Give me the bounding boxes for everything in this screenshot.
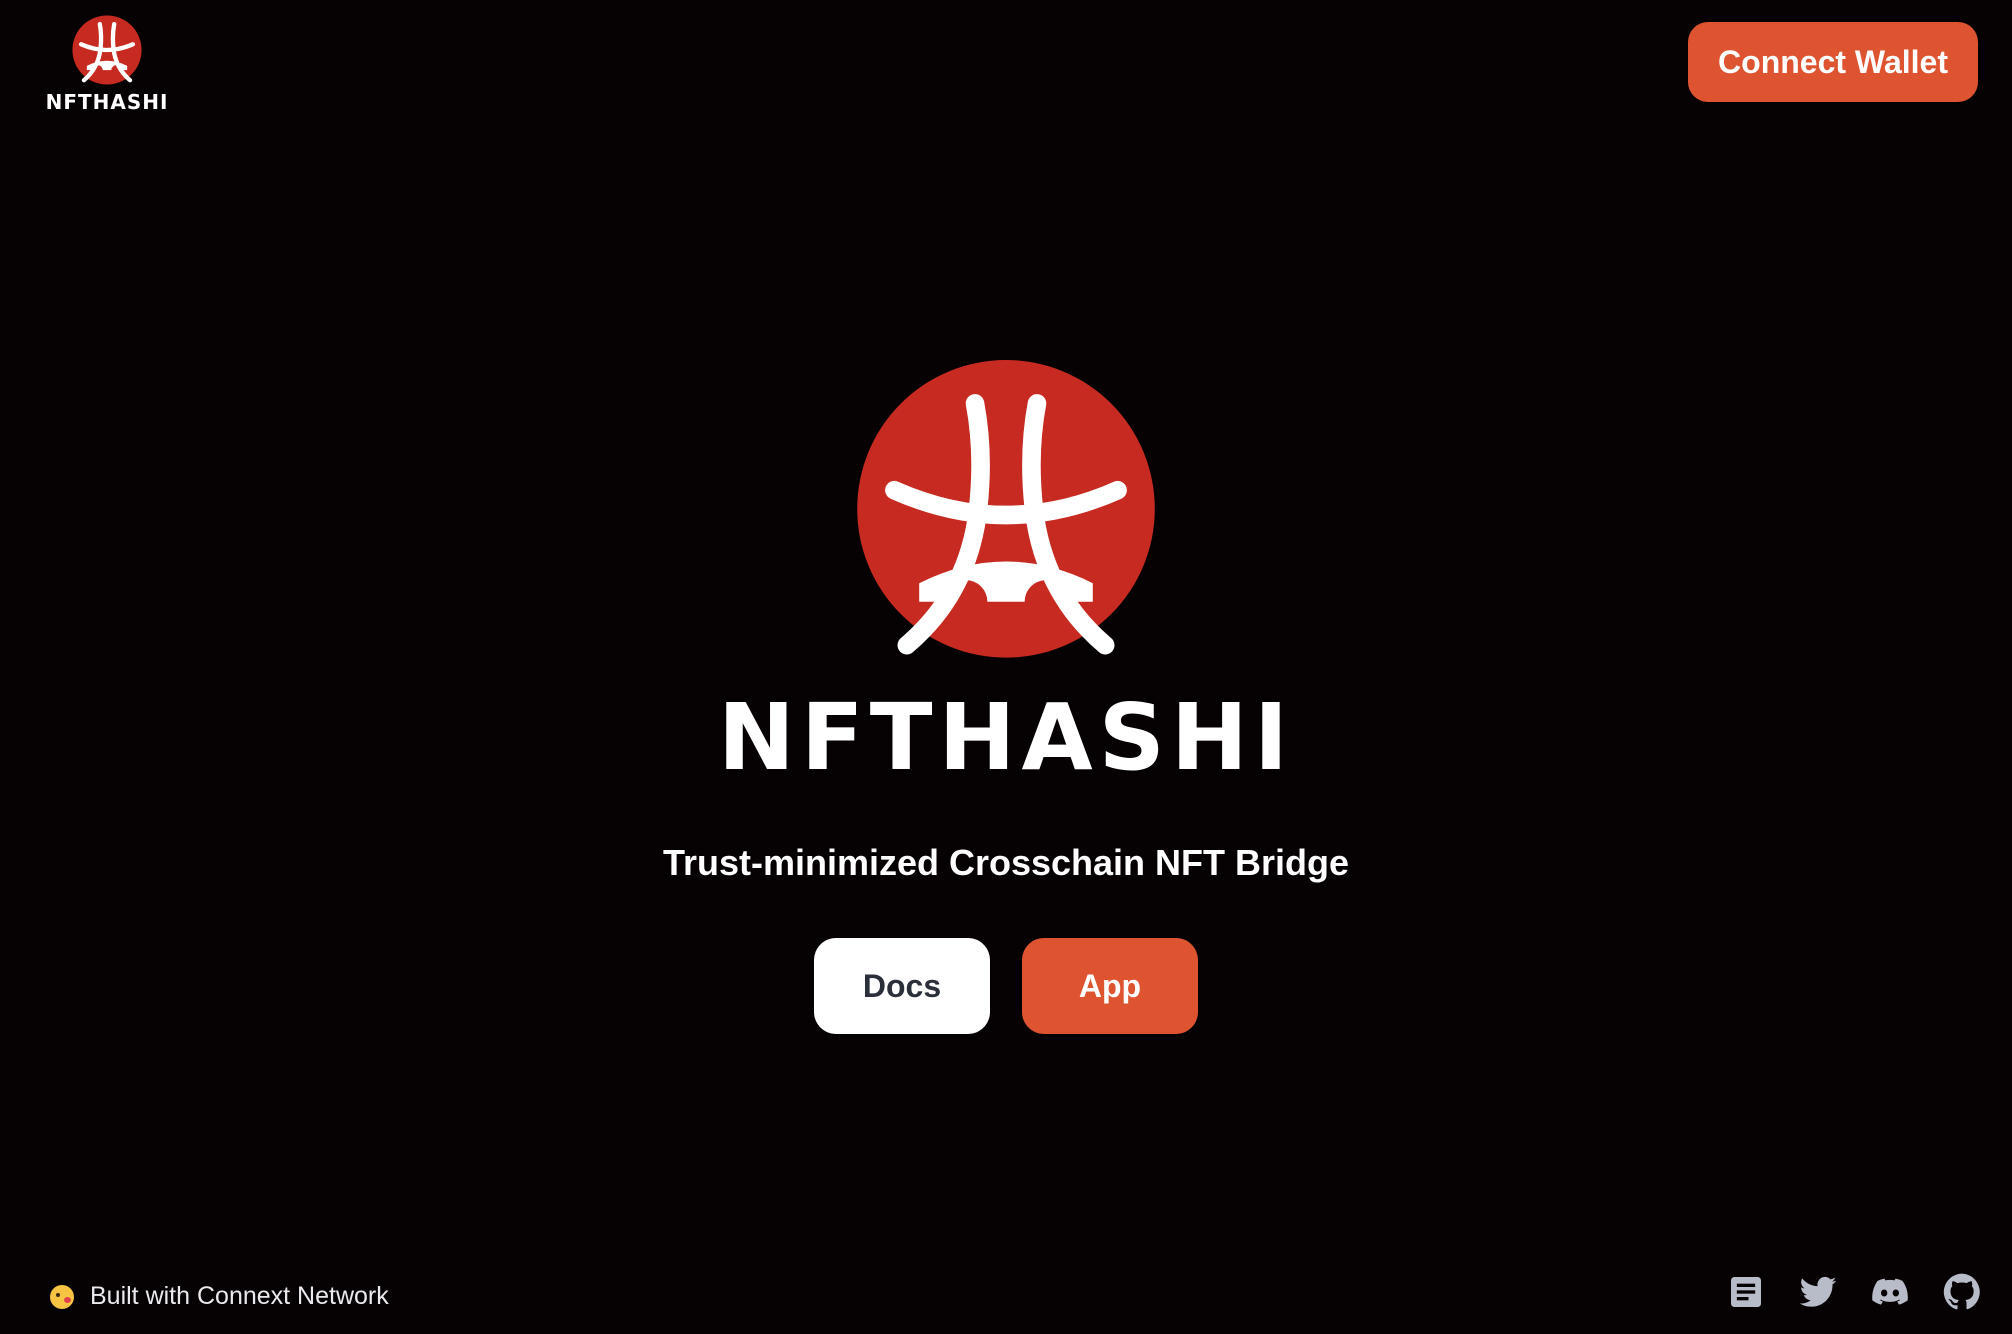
connect-wallet-button[interactable]: Connect Wallet [1688,22,1978,102]
bridge-logo-icon [72,15,142,85]
kiss-emoji-icon [50,1284,74,1309]
hero-wordmark: NFTHASHI [717,684,1295,791]
hero-tagline: Trust-minimized Crosschain NFT Bridge [662,842,1350,883]
app-button[interactable]: App [1022,938,1198,1034]
built-with-link[interactable]: Built with Connext Network [50,1282,389,1311]
twitter-icon[interactable] [1798,1272,1838,1312]
built-with-text: Built with Connext Network [90,1282,389,1310]
docs-icon[interactable] [1726,1272,1766,1312]
social-links [1726,1272,1982,1312]
discord-icon[interactable] [1870,1272,1910,1312]
github-icon[interactable] [1942,1272,1982,1312]
hero-bridge-logo-icon [857,360,1155,658]
header-logo[interactable]: NFTHASHI [45,14,169,114]
hero-section: NFTHASHI Trust-minimized Crosschain NFT … [0,360,2012,1034]
header-wordmark: NFTHASHI [45,90,169,114]
hero-buttons: Docs App [814,938,1198,1034]
page: NFTHASHI Connect Wallet NFTHASHI Trust-m… [0,0,2012,1334]
docs-button[interactable]: Docs [814,938,990,1034]
